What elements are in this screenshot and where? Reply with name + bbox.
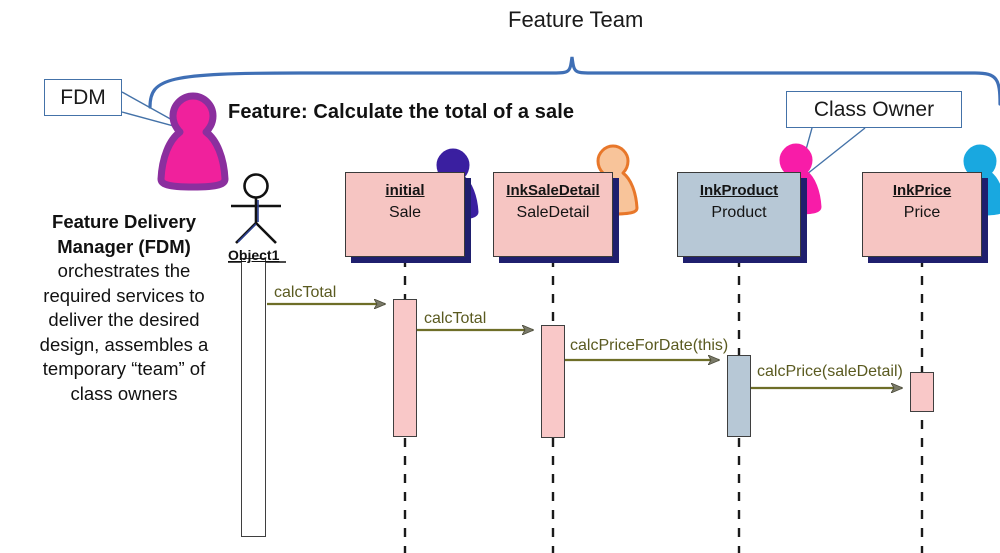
diagram-canvas: initial Sale InkSaleDetail SaleDetail In… — [0, 0, 1000, 553]
object-name-inkproduct: InkProduct — [699, 182, 779, 199]
activation-initial-sale[interactable] — [393, 299, 417, 437]
feature-title: Feature: Calculate the total of a sale — [228, 101, 575, 123]
object-box-initial-sale[interactable]: initial Sale — [345, 172, 465, 257]
fdm-description-rest: orchestrates the required services to de… — [39, 260, 209, 404]
stick-figure-actor-icon — [231, 173, 281, 244]
activation-object1[interactable] — [241, 258, 266, 537]
object-name-inksaledetail: InkSaleDetail — [506, 182, 600, 199]
object-box-inksaledetail[interactable]: InkSaleDetail SaleDetail — [493, 172, 613, 257]
class-owner-callout-label: Class Owner — [813, 97, 935, 121]
class-name-price: Price — [903, 204, 941, 221]
class-name-product: Product — [711, 204, 767, 221]
lifelines-group — [403, 258, 924, 553]
activation-inkprice[interactable] — [910, 372, 934, 412]
actor-label: Object1 — [228, 247, 280, 263]
fdm-callout-box[interactable]: FDM — [44, 79, 122, 116]
activation-inksaledetail[interactable] — [541, 325, 565, 438]
object-name-inkprice: InkPrice — [892, 182, 952, 199]
message-label-calcpricefordate: calcPriceForDate(this) — [570, 337, 729, 354]
activation-inkproduct[interactable] — [727, 355, 751, 437]
class-name-sale: Sale — [388, 204, 422, 221]
fdm-description-lead: Feature Delivery Manager (FDM) — [52, 211, 196, 257]
feature-team-label: Feature Team — [508, 7, 644, 32]
message-label-calctotal-2: calcTotal — [424, 310, 487, 327]
object-name-initial: initial — [385, 182, 425, 199]
fdm-description: Feature Delivery Manager (FDM) orchestra… — [24, 210, 224, 406]
class-owner-callout-box[interactable]: Class Owner — [786, 91, 962, 128]
message-label-calctotal-1: calcTotal — [274, 284, 337, 301]
fdm-callout-label: FDM — [60, 85, 106, 109]
class-name-saledetail: SaleDetail — [516, 204, 590, 221]
message-label-calcprice: calcPrice(saleDetail) — [757, 363, 903, 380]
object-box-inkprice[interactable]: InkPrice Price — [862, 172, 982, 257]
fdm-person-icon — [157, 92, 229, 191]
object-box-inkproduct[interactable]: InkProduct Product — [677, 172, 801, 257]
